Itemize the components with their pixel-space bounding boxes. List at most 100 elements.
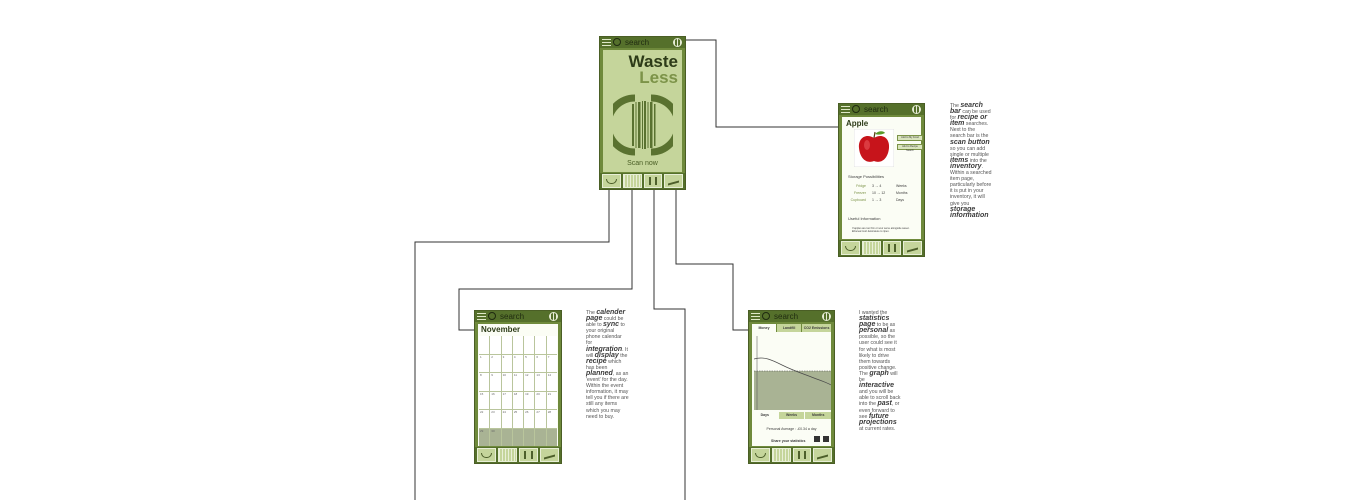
calendar-day-cell[interactable]: 18 [512, 391, 524, 409]
calendar-day-cell[interactable]: 29 [479, 428, 490, 446]
fridge-nav-button[interactable] [792, 448, 812, 462]
search-icon[interactable] [613, 38, 621, 46]
stats-nav-button[interactable] [813, 448, 832, 462]
calendar-day-cell[interactable]: 28 [546, 410, 557, 428]
search-input[interactable]: search [774, 311, 798, 322]
globe-icon[interactable] [822, 312, 831, 321]
calendar-day-cell[interactable] [524, 336, 535, 354]
calendar-day-cell[interactable]: 8 [479, 373, 490, 391]
fridge-nav-button[interactable] [882, 241, 902, 255]
calendar-day-cell[interactable]: 14 [546, 373, 557, 391]
note-keyword: planned [586, 369, 613, 377]
calendar-day-cell[interactable]: 9 [490, 373, 501, 391]
calendar-day-cell[interactable]: 11 [512, 373, 524, 391]
calendar-day-cell[interactable]: 1 [479, 354, 490, 372]
calendar-day-cell[interactable]: 10 [501, 373, 512, 391]
note-keyword: storage information [950, 205, 989, 219]
scan-barcode-icon[interactable] [613, 92, 673, 158]
search-icon[interactable] [852, 105, 860, 113]
bottom-nav [600, 173, 685, 189]
calendar-day-cell[interactable]: 21 [546, 391, 557, 409]
item-screen-phone: search Apple Add to My Food Add to Recip… [838, 103, 925, 257]
calendar-day-cell[interactable]: 6 [535, 354, 546, 372]
calendar-day-cell[interactable]: 27 [535, 410, 546, 428]
calendar-day-cell[interactable]: 7 [546, 354, 557, 372]
globe-icon[interactable] [673, 38, 682, 47]
calendar-day-cell[interactable]: 13 [535, 373, 546, 391]
globe-icon[interactable] [549, 312, 558, 321]
facebook-icon[interactable] [814, 436, 820, 442]
calendar-day-cell[interactable]: 22 [479, 410, 490, 428]
search-icon[interactable] [488, 312, 496, 320]
connector-search [685, 39, 838, 128]
tab-money[interactable]: Money [752, 324, 778, 332]
calendar-day-cell[interactable]: 3 [501, 354, 512, 372]
search-input[interactable]: search [625, 37, 649, 48]
calendar-nav-button[interactable] [498, 448, 517, 462]
calendar-day-cell[interactable] [512, 428, 524, 446]
calendar-day-cell[interactable] [479, 336, 490, 354]
calendar-day-cell[interactable] [512, 336, 524, 354]
tab-co2-emissions[interactable]: CO2 Emissions [802, 324, 831, 332]
calendar-day-cell[interactable]: 17 [501, 391, 512, 409]
add-to-recipe-button[interactable]: Add to Recipe Search [897, 144, 923, 152]
calendar-day-cell[interactable]: 12 [524, 373, 535, 391]
apple-image [854, 129, 894, 167]
calendar-nav-button[interactable] [622, 174, 642, 188]
fridge-nav-button[interactable] [519, 448, 538, 462]
calendar-day-cell[interactable] [490, 336, 501, 354]
calendar-day-cell[interactable] [501, 336, 512, 354]
add-to-food-button[interactable]: Add to My Food [897, 135, 923, 141]
calendar-day-cell[interactable]: 23 [490, 410, 501, 428]
calendar-day-cell[interactable] [524, 428, 535, 446]
calendar-day-cell[interactable]: 4 [512, 354, 524, 372]
stats-nav-button[interactable] [664, 174, 683, 188]
bottom-nav [749, 447, 834, 463]
calendar-nav-button[interactable] [771, 448, 791, 462]
globe-icon[interactable] [912, 105, 921, 114]
calendar-day-cell[interactable]: 26 [524, 410, 535, 428]
calendar-day-cell[interactable] [535, 336, 546, 354]
search-icon[interactable] [762, 312, 770, 320]
period-months[interactable]: Months [805, 412, 832, 419]
menu-icon[interactable] [751, 313, 760, 320]
calendar-nav-button[interactable] [861, 241, 881, 255]
calendar-day-cell[interactable]: 2 [490, 354, 501, 372]
bowl-nav-button[interactable] [841, 241, 860, 255]
calendar-day-cell[interactable]: 30 [490, 428, 501, 446]
note-keyword: inventory [950, 162, 982, 170]
menu-icon[interactable] [477, 313, 486, 320]
calendar-day-cell[interactable]: 24 [501, 410, 512, 428]
calendar-day-cell[interactable]: 25 [512, 410, 524, 428]
calendar-day-cell[interactable] [546, 336, 557, 354]
stats-nav-button[interactable] [540, 448, 559, 462]
storage-heading: Storage Possibilities [848, 174, 885, 179]
scan-now-label[interactable]: Scan now [603, 160, 682, 167]
fridge-nav-button[interactable] [643, 174, 663, 188]
calendar-day-cell[interactable] [501, 428, 512, 446]
stats-tabs: Money Landfill CO2 Emissions [752, 324, 831, 332]
calendar-day-cell[interactable]: 15 [479, 391, 490, 409]
calendar-day-cell[interactable]: 5 [524, 354, 535, 372]
calendar-day-cell[interactable] [546, 428, 557, 446]
twitter-icon[interactable] [823, 436, 829, 442]
stats-graph[interactable] [754, 336, 831, 410]
period-weeks[interactable]: Weeks [778, 412, 805, 419]
item-panel: Apple Add to My Food Add to Recipe Searc… [842, 117, 923, 239]
note-keyword: scan button [950, 138, 990, 146]
calendar-day-cell[interactable]: 20 [535, 391, 546, 409]
bowl-nav-button[interactable] [477, 448, 496, 462]
note-keyword: recipe [586, 357, 607, 365]
search-input[interactable]: search [864, 104, 888, 115]
calendar-day-cell[interactable]: 19 [524, 391, 535, 409]
tab-landfill[interactable]: Landfill [777, 324, 803, 332]
calendar-day-cell[interactable]: 16 [490, 391, 501, 409]
bowl-nav-button[interactable] [602, 174, 621, 188]
calendar-day-cell[interactable] [535, 428, 546, 446]
stats-nav-button[interactable] [903, 241, 922, 255]
search-input[interactable]: search [500, 311, 524, 322]
bowl-nav-button[interactable] [751, 448, 770, 462]
menu-icon[interactable] [841, 106, 850, 113]
menu-icon[interactable] [602, 39, 611, 46]
period-days[interactable]: Days [752, 412, 778, 419]
